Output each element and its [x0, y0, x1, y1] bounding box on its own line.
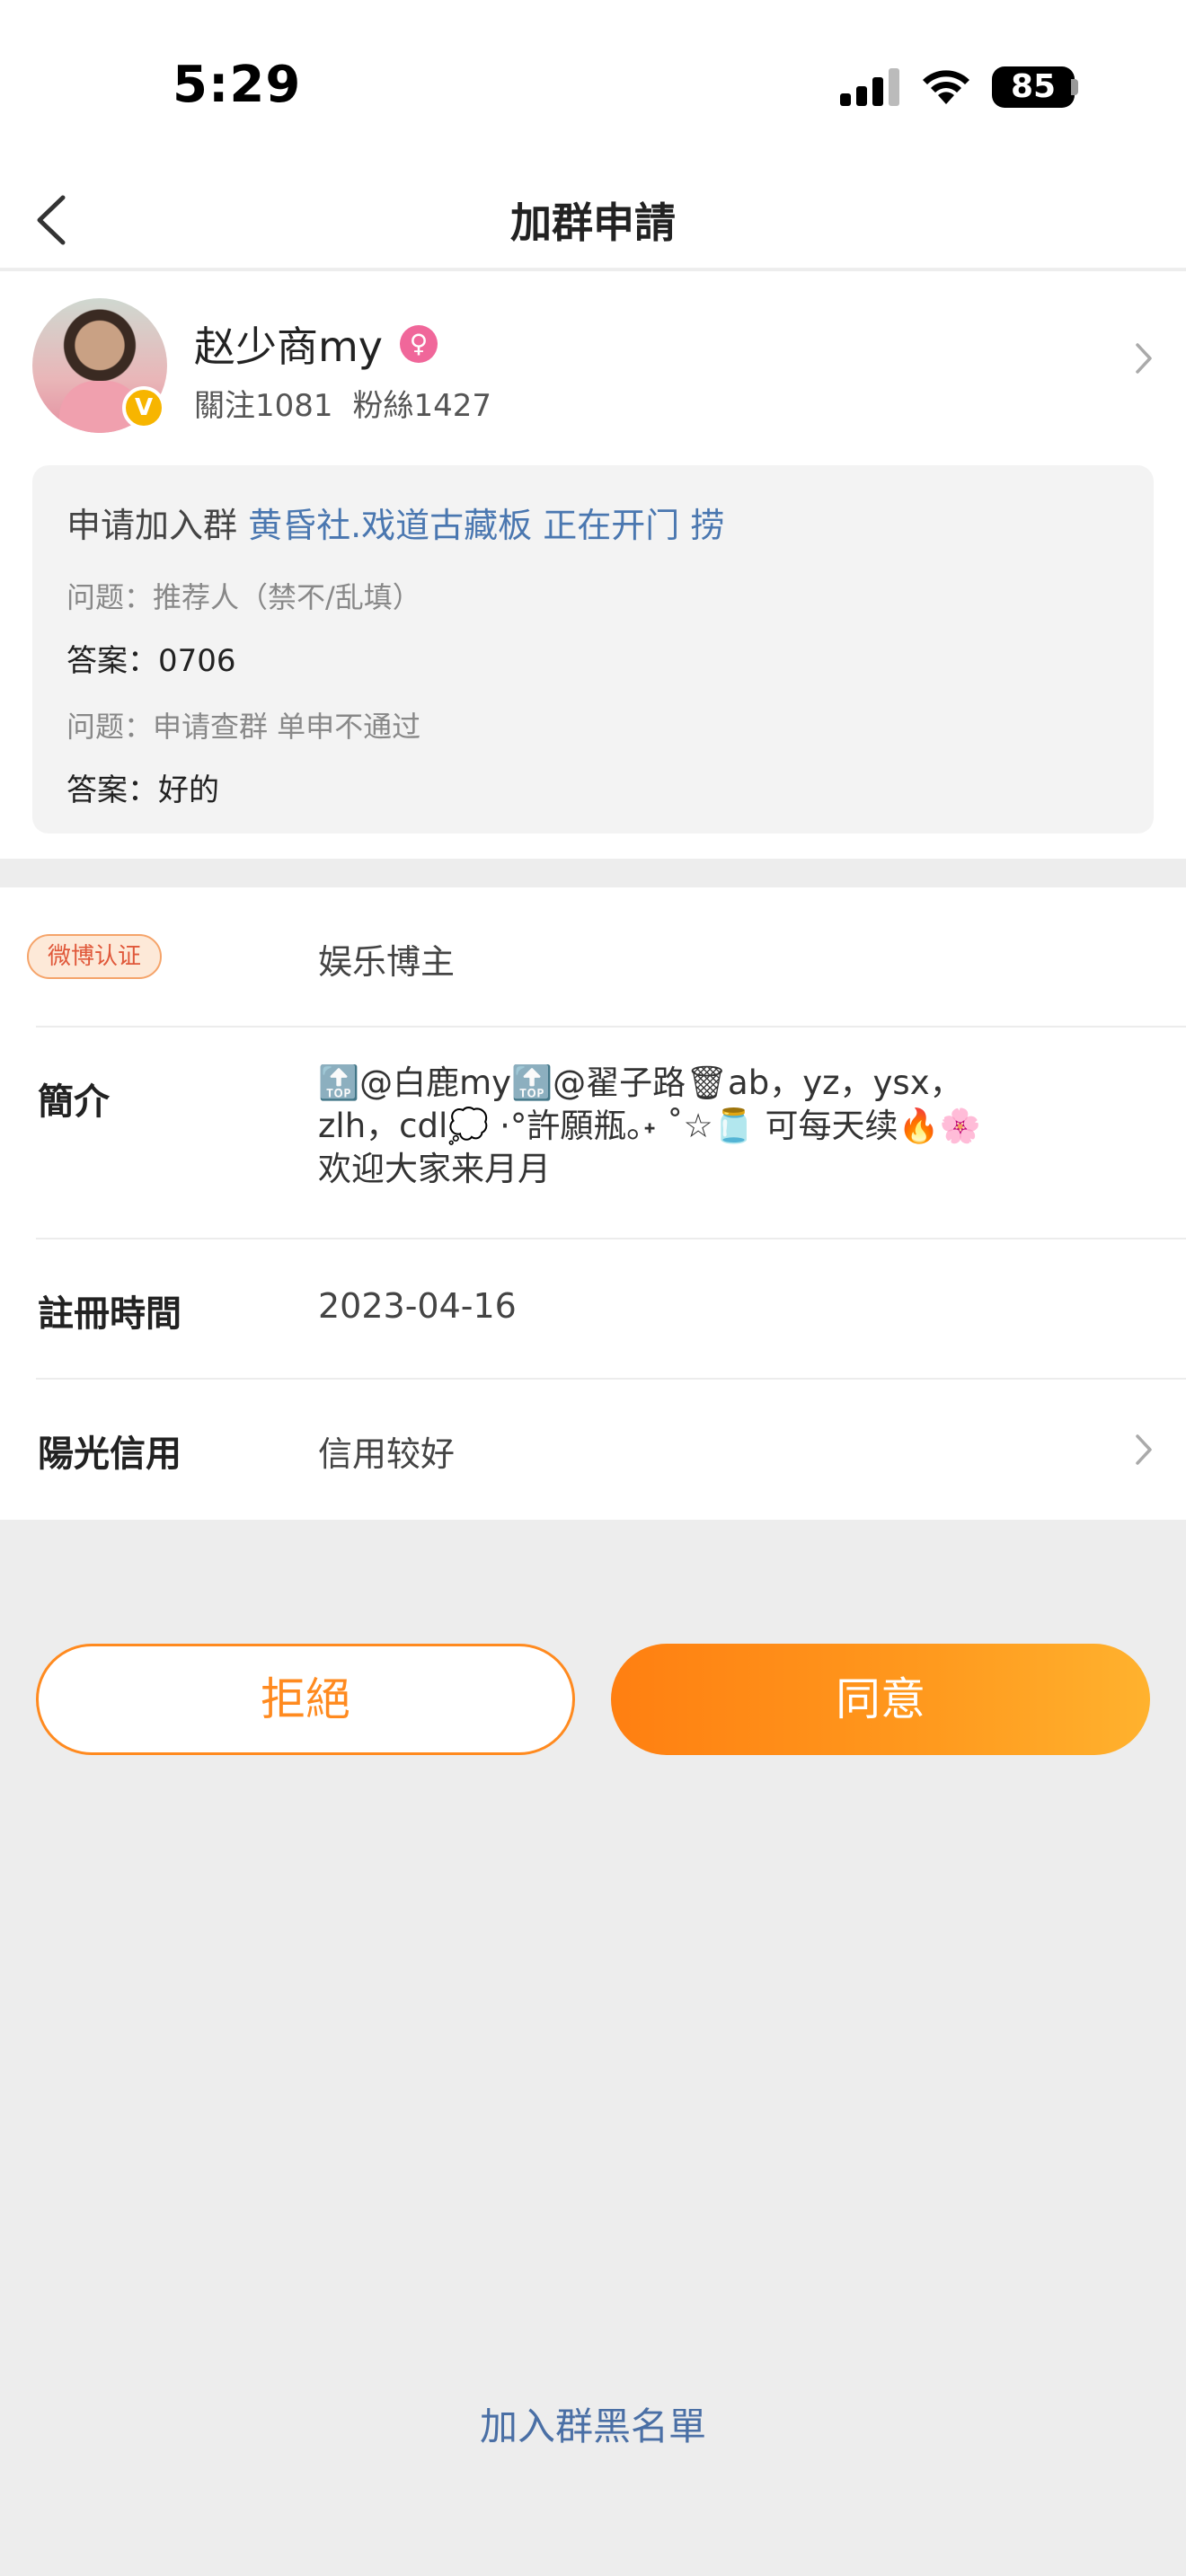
bio-line: 欢迎大家来月月	[318, 1150, 551, 1188]
apply-line: 申请加入群 黄昏社.戏道古藏板 正在开门 捞	[66, 498, 724, 547]
registration-date: 2023-04-16	[318, 1286, 517, 1326]
question-2: 问题：申请查群 单申不通过	[66, 710, 421, 744]
username[interactable]: 赵少商my	[194, 314, 383, 374]
answer-2: 答案：好的	[66, 772, 219, 808]
nav-bar: 加群申請	[0, 171, 1186, 269]
page-title: 加群申請	[510, 198, 676, 247]
battery-indicator: 85	[992, 66, 1075, 108]
page: 5:29 85 加群申請 V 赵少商my ♀ 關注1081 粉絲1427 申请加…	[0, 0, 1186, 2576]
cellular-signal-icon	[840, 68, 903, 106]
status-bar: 5:29 85	[0, 0, 1186, 171]
answer-1: 答案：0706	[66, 643, 236, 679]
sunshine-credit-row[interactable]: 陽光信用 信用较好	[0, 1380, 1186, 1520]
registration-row: 註冊時間 2023-04-16	[0, 1239, 1186, 1380]
question-1: 问题：推荐人（禁不/乱填）	[66, 580, 421, 614]
add-to-blacklist-link[interactable]: 加入群黑名單	[0, 2396, 1186, 2451]
agree-button[interactable]: 同意	[611, 1644, 1150, 1755]
registration-label: 註冊時間	[38, 1293, 181, 1335]
chevron-right-icon[interactable]	[1130, 336, 1157, 381]
weibo-verification-value: 娱乐博主	[318, 942, 456, 982]
verified-badge-icon: V	[122, 386, 165, 429]
request-card: 申请加入群 黄昏社.戏道古藏板 正在开门 捞 问题：推荐人（禁不/乱填） 答案：…	[32, 465, 1154, 834]
applicant-section: V 赵少商my ♀ 關注1081 粉絲1427 申请加入群 黄昏社.戏道古藏板 正…	[0, 271, 1186, 859]
weibo-verified-badge: 微博认证	[27, 934, 162, 979]
reject-button[interactable]: 拒絕	[36, 1644, 575, 1755]
chevron-right-icon[interactable]	[1130, 1427, 1157, 1472]
follow-count: 關注1081	[194, 388, 333, 424]
bio-label: 簡介	[38, 1081, 110, 1123]
wifi-icon	[923, 70, 969, 104]
bio-line: 🔝@白鹿my🔝@翟子路🗑ab，yz，ysx，	[318, 1063, 963, 1102]
fans-count: 粉絲1427	[352, 388, 492, 424]
credit-value: 信用较好	[318, 1434, 456, 1474]
group-name-link[interactable]: 黄昏社.戏道古藏板 正在开门 捞	[248, 506, 724, 545]
bio-line: zlh，cdl💭 ·°許願瓶｡˖ ˚☆🫙 可每天续🔥🌸	[318, 1107, 981, 1145]
credit-label: 陽光信用	[38, 1434, 181, 1475]
weibo-verification-row: 微博认证 娱乐博主	[0, 887, 1186, 1028]
battery-cap	[1071, 79, 1078, 95]
bio-value: 🔝@白鹿my🔝@翟子路🗑ab，yz，ysx， zlh，cdl💭 ·°許願瓶｡˖ …	[318, 1062, 1073, 1191]
user-stats: 關注1081 粉絲1427	[194, 381, 511, 425]
bio-row: 簡介 🔝@白鹿my🔝@翟子路🗑ab，yz，ysx， zlh，cdl💭 ·°許願瓶…	[0, 1028, 1186, 1239]
female-gender-icon: ♀	[400, 325, 438, 363]
apply-prefix: 申请加入群	[66, 506, 249, 545]
status-time: 5:29	[173, 56, 302, 114]
info-section: 微博认证 娱乐博主 簡介 🔝@白鹿my🔝@翟子路🗑ab，yz，ysx， zlh，…	[0, 887, 1186, 1520]
